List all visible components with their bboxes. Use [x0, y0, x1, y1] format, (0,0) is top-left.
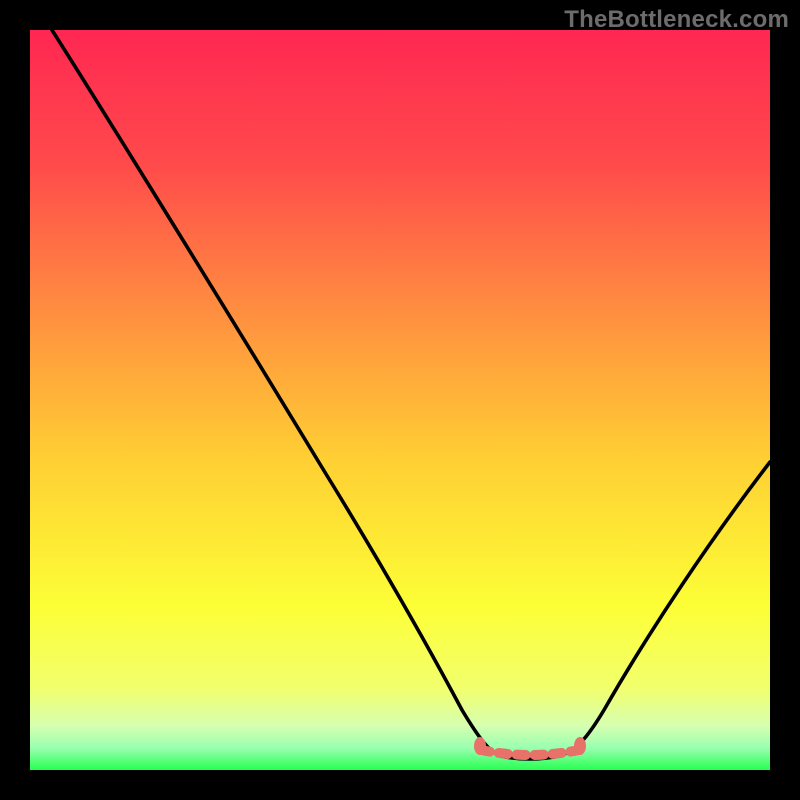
chart-frame: TheBottleneck.com	[0, 0, 800, 800]
marker-left	[474, 737, 486, 755]
plot-area	[30, 30, 770, 770]
marker-right	[574, 737, 586, 755]
watermark-text: TheBottleneck.com	[564, 6, 789, 34]
gradient-background	[30, 30, 770, 770]
chart-svg	[30, 30, 770, 770]
